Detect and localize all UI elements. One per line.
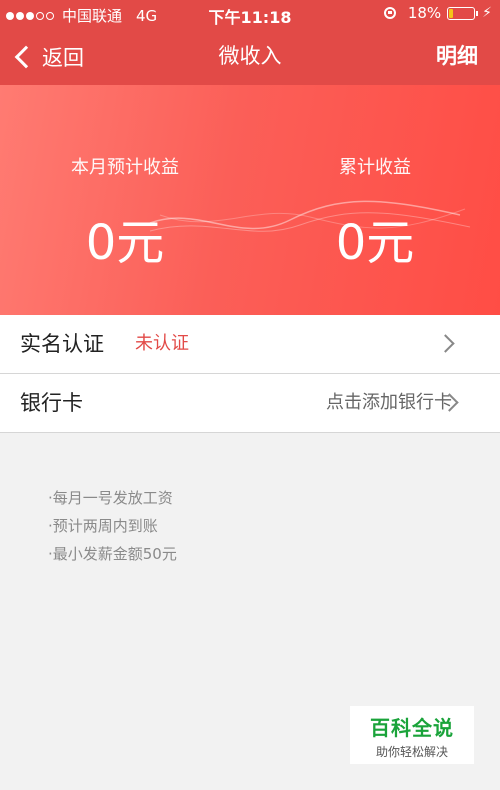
nav-bar: 返回 微收入 明细 bbox=[0, 28, 500, 85]
auth-status-text: 未认证 bbox=[135, 333, 189, 354]
month-earnings: 本月预计收益 0元 bbox=[0, 153, 250, 273]
list-item-real-name-auth[interactable]: 实名认证 未认证 bbox=[0, 315, 500, 374]
battery-percent: 18% bbox=[407, 4, 442, 22]
battery-icon bbox=[447, 6, 476, 20]
watermark-logo: 百科全说 助你轻松解决 bbox=[350, 706, 474, 764]
month-earnings-value: 0元 bbox=[85, 215, 165, 271]
payout-notes: ·每月一号发放工资 ·预计两周内到账 ·最小发薪金额50元 bbox=[48, 484, 177, 568]
page-title: 微收入 bbox=[218, 44, 282, 68]
battery-fill bbox=[449, 8, 454, 18]
detail-button[interactable]: 明细 bbox=[436, 28, 478, 85]
earnings-banner: 本月预计收益 0元 累计收益 0元 bbox=[0, 85, 500, 315]
status-right: 18% ⚡ bbox=[383, 4, 492, 22]
row-title: 实名认证 bbox=[20, 332, 104, 356]
note-item: ·最小发薪金额50元 bbox=[48, 545, 177, 563]
battery-tip bbox=[476, 10, 479, 16]
note-item: ·每月一号发放工资 bbox=[48, 489, 173, 507]
list-item-bank-card[interactable]: 银行卡 点击添加银行卡 bbox=[0, 374, 500, 432]
charging-bolt-icon: ⚡ bbox=[482, 5, 492, 21]
orientation-lock-icon bbox=[383, 7, 396, 19]
status-bar: 中国联通 4G 下午11:18 18% ⚡ bbox=[0, 0, 500, 28]
chevron-right-icon bbox=[436, 334, 455, 353]
total-earnings-label: 累计收益 bbox=[339, 157, 411, 178]
watermark-title: 百科全说 bbox=[370, 716, 454, 740]
add-bank-card-text: 点击添加银行卡 bbox=[326, 392, 452, 413]
watermark-subtitle: 助你轻松解决 bbox=[375, 745, 448, 759]
total-earnings-value: 0元 bbox=[335, 215, 415, 271]
note-item: ·预计两周内到账 bbox=[48, 517, 158, 535]
month-earnings-label: 本月预计收益 bbox=[71, 157, 179, 178]
total-earnings: 累计收益 0元 bbox=[250, 153, 500, 273]
settings-list: 实名认证 未认证 银行卡 点击添加银行卡 bbox=[0, 315, 500, 433]
row-title: 银行卡 bbox=[20, 391, 83, 415]
